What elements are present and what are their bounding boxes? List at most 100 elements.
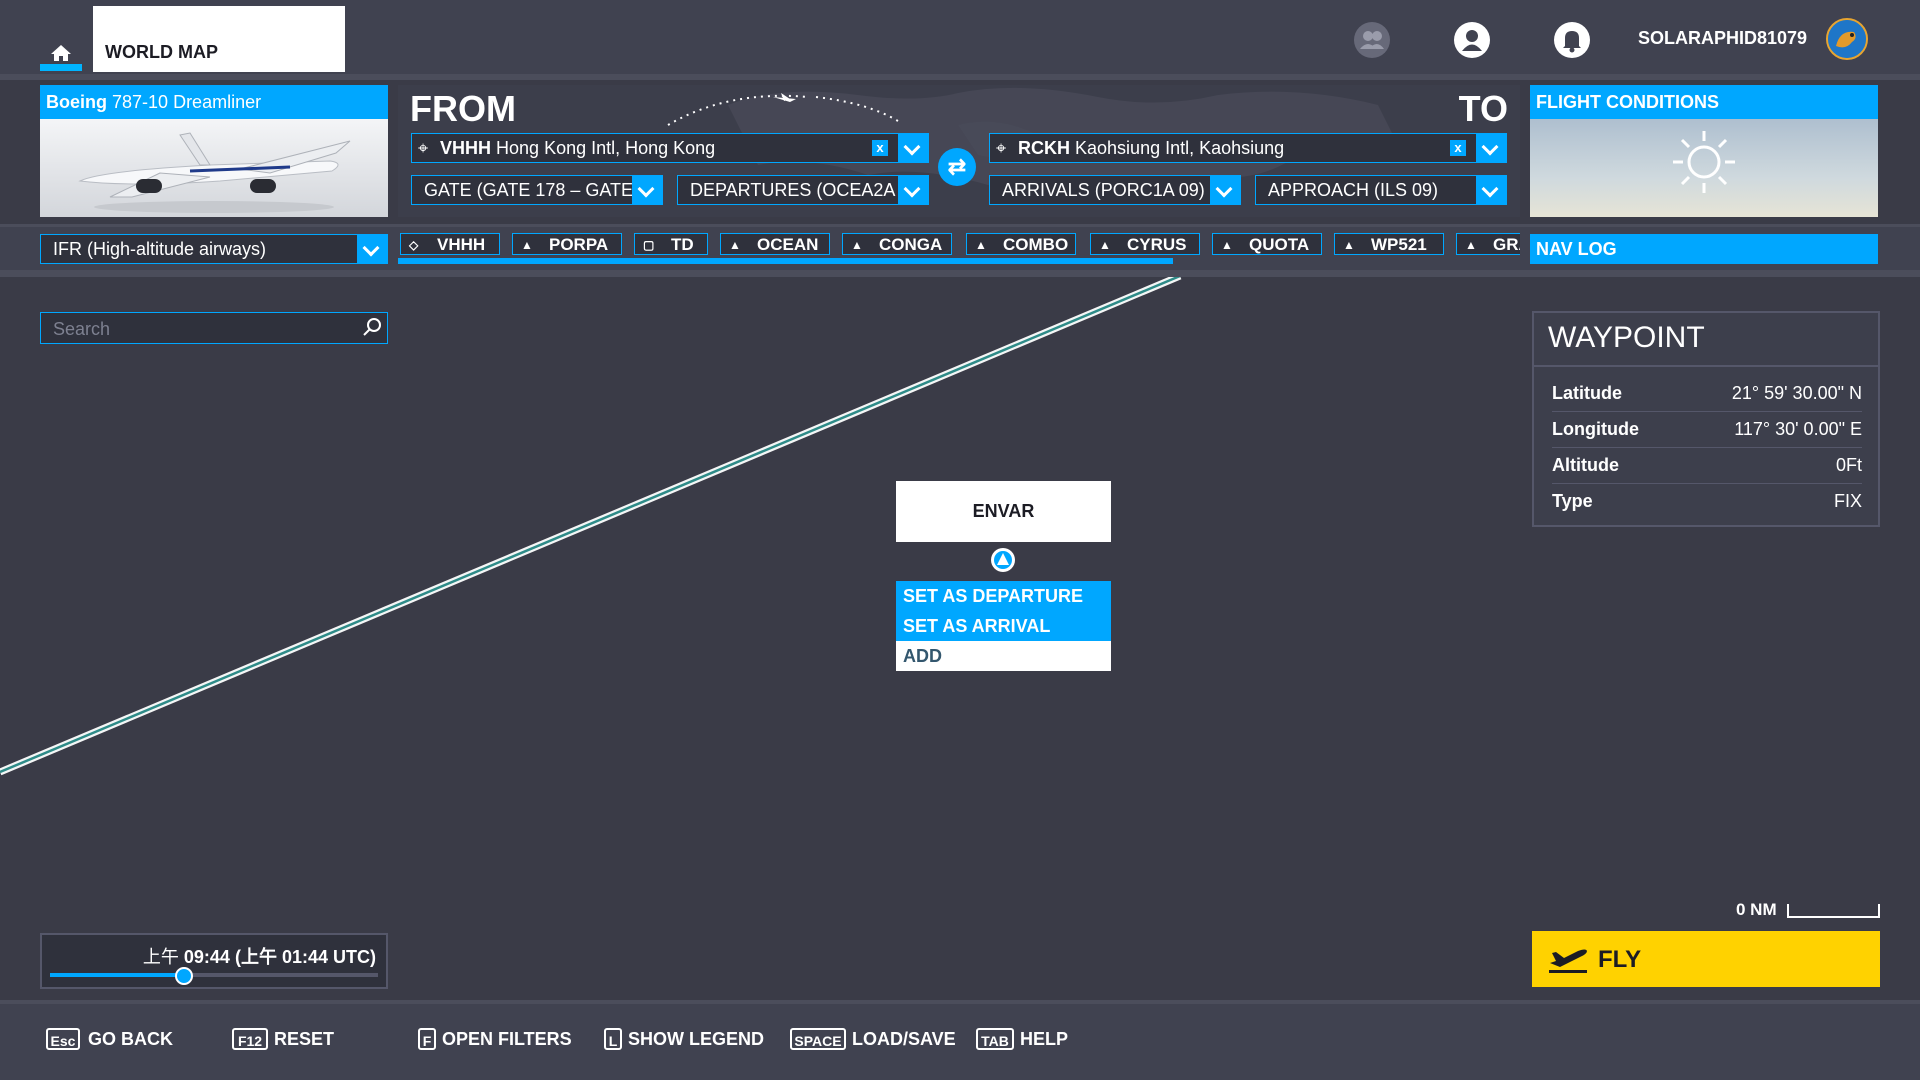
waypoint-name: COMBO <box>1003 235 1069 254</box>
show-legend-button[interactable]: SHOW LEGEND <box>628 1028 764 1050</box>
waypoint-triangle-icon: ▲ <box>851 238 863 252</box>
waypoint-chip[interactable]: ▲ QUOTA <box>1212 233 1322 255</box>
row-label: Type <box>1552 491 1593 511</box>
waypoint-chip[interactable]: ▲ CYRUS <box>1090 233 1200 255</box>
flight-plan-bar-top <box>0 224 1920 227</box>
f-key-icon: F <box>418 1028 436 1050</box>
friends-icon[interactable] <box>1354 22 1390 58</box>
waypoint-longitude-row: Longitude 117° 30' 0.00" E <box>1552 411 1862 448</box>
waypoint-chip[interactable]: ▲ COMBO <box>966 233 1076 255</box>
arrival-code: RCKH <box>1018 138 1070 158</box>
flight-conditions-card[interactable]: FLIGHT CONDITIONS <box>1530 85 1878 217</box>
flight-plan-type-select[interactable]: IFR (High-altitude airways) <box>40 234 388 264</box>
waypoint-popup-title: ENVAR <box>896 481 1111 542</box>
map-scale-label: 0 NM <box>1736 900 1777 919</box>
from-label: FROM <box>410 88 516 129</box>
arrival-airport-field[interactable]: ⌖ RCKH Kaohsiung Intl, Kaohsiung x <box>989 133 1507 163</box>
waypoint-marker-icon[interactable] <box>990 547 1016 573</box>
waypoint-name: TD <box>671 235 694 254</box>
waypoint-square-icon: ▢ <box>643 238 655 252</box>
row-value: 117° 30' 0.00" E <box>1734 419 1862 439</box>
chevron-down-icon[interactable] <box>898 134 928 162</box>
reset-button[interactable]: RESET <box>274 1028 334 1050</box>
esc-key-icon: Esc <box>46 1028 80 1050</box>
waypoint-chip[interactable]: ▲ CONGA <box>842 233 952 255</box>
waypoint-triangle-icon: ▲ <box>1343 238 1355 252</box>
add-waypoint-menu-item[interactable]: ADD <box>896 641 1111 671</box>
waypoint-chip[interactable]: ▲ OCEAN <box>720 233 830 255</box>
set-as-departure-menu-item[interactable]: SET AS DEPARTURE <box>896 581 1111 611</box>
waypoint-info-panel: WAYPOINT Latitude 21° 59' 30.00" N Longi… <box>1532 311 1880 527</box>
help-button[interactable]: HELP <box>1020 1028 1068 1050</box>
row-label: Longitude <box>1552 419 1639 439</box>
chevron-down-icon[interactable] <box>632 176 662 204</box>
departures-select[interactable]: DEPARTURES (OCEA2A ( <box>677 175 929 205</box>
open-filters-button[interactable]: OPEN FILTERS <box>442 1028 572 1050</box>
tab-key-icon: TAB <box>976 1028 1014 1050</box>
waypoint-strip-scrollbar[interactable] <box>398 258 1173 264</box>
sun-icon <box>1673 131 1735 193</box>
row-label: Altitude <box>1552 455 1619 475</box>
chevron-down-icon[interactable] <box>1476 134 1506 162</box>
gate-select[interactable]: GATE (GATE 178 – GATE <box>411 175 663 205</box>
username[interactable]: SOLARAPHID81079 <box>1638 28 1807 49</box>
fly-button[interactable]: FLY <box>1532 931 1880 987</box>
waypoint-chip[interactable]: ▢ TD <box>634 233 708 255</box>
takeoff-icon <box>1549 949 1587 973</box>
notifications-icon[interactable] <box>1554 22 1590 58</box>
departure-airport-field[interactable]: ⌖ VHHH Hong Kong Intl, Hong Kong x <box>411 133 929 163</box>
waypoint-name: GRA <box>1493 235 1520 254</box>
waypoint-chip[interactable]: ▲ PORPA <box>512 233 622 255</box>
space-key-icon: SPACE <box>790 1028 846 1050</box>
waypoint-name: QUOTA <box>1249 235 1310 254</box>
waypoint-name: OCEAN <box>757 235 819 254</box>
search-box[interactable] <box>40 312 388 345</box>
clear-arrival-button[interactable]: x <box>1450 140 1466 156</box>
row-value: FIX <box>1833 491 1862 511</box>
row-value: 0Ft <box>1835 455 1862 475</box>
flight-plan-type-value: IFR (High-altitude airways) <box>53 239 267 259</box>
home-icon <box>51 45 71 61</box>
nav-log-button[interactable]: NAV LOG <box>1530 234 1878 264</box>
to-label: TO <box>1458 88 1508 129</box>
chevron-down-icon[interactable] <box>357 235 387 263</box>
chevron-down-icon[interactable] <box>1210 176 1240 204</box>
swap-airports-button[interactable]: ⇄ <box>938 148 976 186</box>
time-of-day-widget[interactable]: 上午 09:44 (上午 01:44 UTC) <box>40 933 388 989</box>
clear-departure-button[interactable]: x <box>872 140 888 156</box>
waypoint-name: CONGA <box>879 235 943 254</box>
aircraft-model: 787-10 Dreamliner <box>112 92 262 112</box>
chevron-down-icon[interactable] <box>898 176 928 204</box>
arrivals-select[interactable]: ARRIVALS (PORC1A 09) <box>989 175 1241 205</box>
waypoint-triangle-icon: ▲ <box>975 238 987 252</box>
search-icon[interactable] <box>361 316 383 338</box>
top-bar-divider <box>0 74 1920 80</box>
tab-world-map[interactable]: WORLD MAP <box>93 6 345 72</box>
time-readout: 上午 09:44 (上午 01:44 UTC) <box>143 943 376 969</box>
sky-preview <box>1530 119 1878 217</box>
waypoint-chip[interactable]: ▲ WP521 <box>1334 233 1444 255</box>
row-value: 21° 59' 30.00" N <box>1731 383 1862 403</box>
home-button[interactable] <box>40 6 82 72</box>
l-key-icon: L <box>604 1028 622 1050</box>
profile-icon[interactable] <box>1454 22 1490 58</box>
departure-target-icon: ⌖ <box>418 138 429 158</box>
aircraft-card[interactable]: Boeing 787-10 Dreamliner <box>40 85 388 217</box>
approach-select[interactable]: APPROACH (ILS 09) <box>1255 175 1507 205</box>
waypoint-chip[interactable]: ◇ VHHH <box>400 233 500 255</box>
set-as-arrival-menu-item[interactable]: SET AS ARRIVAL <box>896 611 1111 641</box>
row-label: Latitude <box>1552 383 1622 403</box>
search-input[interactable] <box>41 313 355 345</box>
load-save-button[interactable]: LOAD/SAVE <box>852 1028 956 1050</box>
time-slider-handle[interactable] <box>175 967 194 985</box>
avatar[interactable] <box>1826 18 1868 60</box>
time-slider-fill <box>50 973 185 977</box>
chevron-down-icon[interactable] <box>1476 176 1506 204</box>
waypoint-triangle-icon: ▲ <box>1221 238 1233 252</box>
waypoint-triangle-icon: ▲ <box>1465 238 1477 252</box>
departures-value: DEPARTURES (OCEA2A ( <box>690 180 906 200</box>
home-active-indicator <box>40 64 82 71</box>
go-back-button[interactable]: GO BACK <box>88 1028 173 1050</box>
waypoint-chip[interactable]: ▲ GRA <box>1456 233 1520 255</box>
aircraft-title: Boeing 787-10 Dreamliner <box>40 85 388 119</box>
